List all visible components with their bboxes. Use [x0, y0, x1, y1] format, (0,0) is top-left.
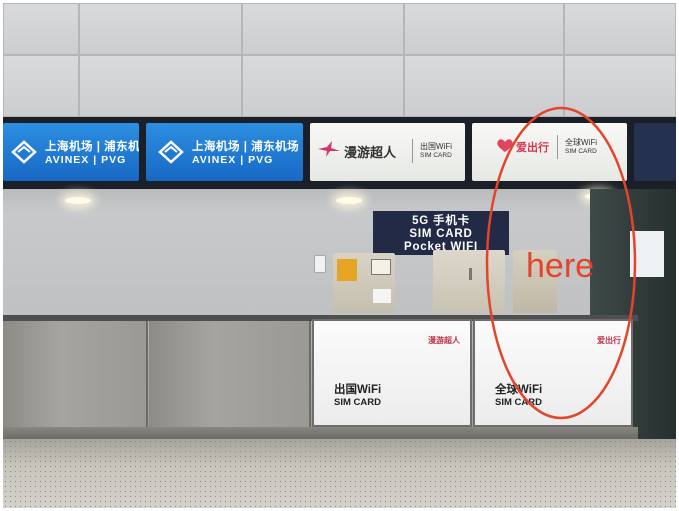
airport-sign: 上海机场 | 浦东机场 AVINEX | PVG [146, 123, 303, 181]
brand-name: 漫游超人 [344, 145, 397, 160]
machine-panel [371, 259, 391, 275]
annotation-text: here [526, 247, 595, 285]
star-logo-icon [318, 141, 340, 157]
notice-sign [314, 255, 326, 273]
ceiling-tile [3, 3, 79, 55]
panel-line1: 出国WiFi [334, 384, 382, 396]
counter-base [3, 427, 638, 439]
roaming-brand-sign: 漫游超人 出国WiFi SIM CARD [310, 123, 465, 181]
ceiling-tile [404, 3, 564, 55]
steel-counter [149, 321, 311, 439]
machine-screen [337, 259, 357, 281]
steel-counter [3, 321, 148, 439]
service-en: SIM CARD [420, 152, 452, 159]
airport-logo-icon [158, 140, 184, 164]
airport-logo-icon [11, 140, 37, 164]
terrazzo-floor [3, 439, 676, 508]
ceiling-tile [79, 55, 242, 117]
vending-machine [333, 253, 395, 313]
airport-sign-cn: 上海机场 | 浦东机场 [192, 141, 300, 153]
ceiling-light [65, 197, 91, 204]
panel-line2: SIM CARD [334, 397, 381, 408]
counter-panel-roaming: 漫游超人 出国WiFi SIM CARD [312, 319, 472, 427]
service-cn: 出国WiFi [420, 142, 452, 151]
ceiling-tile [242, 3, 404, 55]
panel-brand: 漫游超人 [428, 336, 460, 345]
lock [469, 268, 472, 280]
photo: 上海机场 | 浦东机场 AVINEX | PVG 上海机场 | 浦东机场 AVI… [3, 3, 676, 508]
airport-sign-en: AVINEX | PVG [45, 154, 127, 166]
divider [412, 139, 413, 163]
machine-note [373, 289, 391, 303]
airport-sign: 上海机场 | 浦东机场 AVINEX | PVG [3, 123, 139, 181]
ceiling-tile [79, 3, 242, 55]
ceiling-tile [564, 3, 676, 55]
ceiling-tile [3, 55, 79, 117]
airport-sign-cn: 上海机场 | 浦东机场 [45, 141, 139, 153]
ceiling-light [336, 197, 362, 204]
ceiling-tile [242, 55, 404, 117]
airport-sign-en: AVINEX | PVG [192, 154, 274, 166]
